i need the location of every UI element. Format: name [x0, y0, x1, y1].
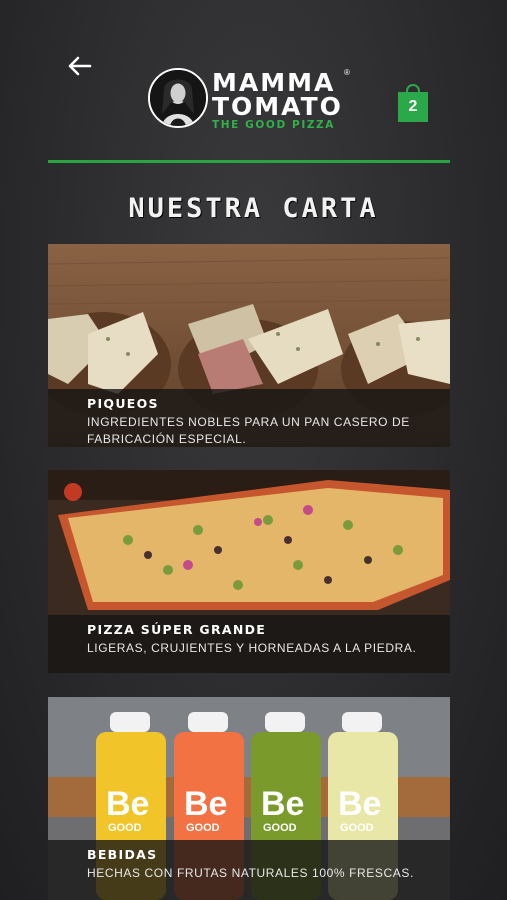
page-title: NUESTRA CARTA — [128, 193, 379, 224]
brand-logo[interactable]: MAMMA TOMATO ® THE GOOD PIZZA — [148, 68, 350, 132]
card-description: LIGERAS, CRUJIENTES Y HORNEADAS A LA PIE… — [87, 641, 417, 655]
back-arrow-icon[interactable] — [66, 54, 94, 78]
bottle-label: Be — [184, 785, 227, 823]
card-title: BEBIDAS — [87, 847, 158, 862]
menu-card-piqueos[interactable]: PIQUEOS INGREDIENTES NOBLES PARA UN PAN … — [48, 244, 450, 447]
menu-card-bebidas[interactable]: Be GOOD Be GOOD Be GOOD Be GOOD BEBIDAS … — [48, 697, 450, 900]
card-description: HECHAS CON FRUTAS NATURALES 100% FRESCAS… — [87, 866, 414, 880]
header-divider — [48, 160, 450, 163]
app-header: MAMMA TOMATO ® THE GOOD PIZZA 2 — [0, 0, 507, 165]
card-title: PIQUEOS — [87, 396, 159, 411]
card-caption: BEBIDAS HECHAS CON FRUTAS NATURALES 100%… — [48, 840, 450, 900]
bottle-label: Be — [338, 785, 381, 823]
card-caption: PIZZA SÚPER GRANDE LIGERAS, CRUJIENTES Y… — [48, 615, 450, 673]
card-description: INGREDIENTES NOBLES PARA UN PAN CASERO D… — [87, 415, 410, 446]
cart-count-badge: 2 — [398, 92, 428, 122]
bottle-label: Be — [261, 785, 304, 823]
shopping-bag-button[interactable]: 2 — [398, 84, 428, 122]
bottle-sublabel: GOOD — [108, 822, 142, 834]
bottle-sublabel: GOOD — [340, 822, 374, 834]
bottle-label: Be — [106, 785, 149, 823]
card-caption: PIQUEOS INGREDIENTES NOBLES PARA UN PAN … — [48, 389, 450, 447]
registered-mark: ® — [344, 68, 350, 77]
bottle-sublabel: GOOD — [186, 822, 220, 834]
mona-lisa-logo-icon — [148, 68, 208, 128]
menu-card-pizza[interactable]: PIZZA SÚPER GRANDE LIGERAS, CRUJIENTES Y… — [48, 470, 450, 673]
card-title: PIZZA SÚPER GRANDE — [87, 622, 267, 637]
bottle-sublabel: GOOD — [263, 822, 297, 834]
brand-tagline: THE GOOD PIZZA — [212, 119, 335, 131]
brand-name-line2: TOMATO — [212, 92, 343, 121]
